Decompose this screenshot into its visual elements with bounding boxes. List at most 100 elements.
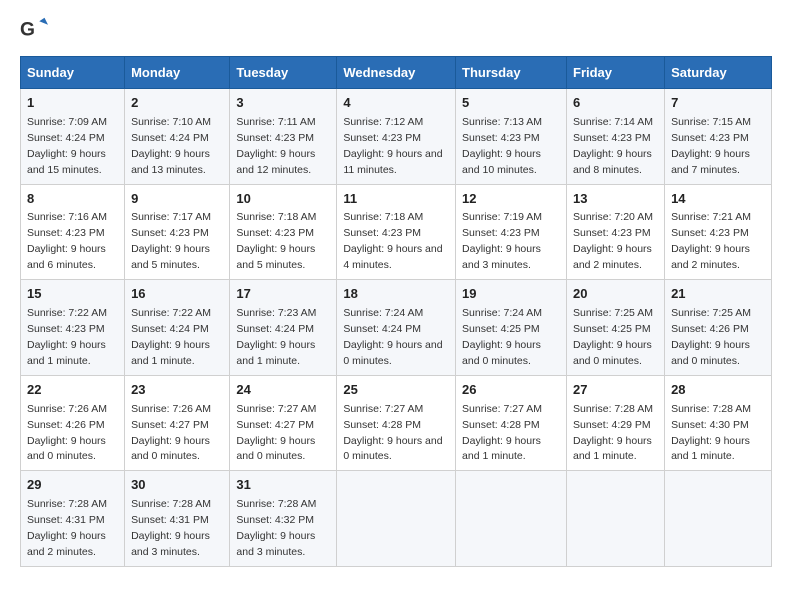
day-number: 19 (462, 285, 560, 304)
sunrise-info: Sunrise: 7:26 AM (131, 403, 211, 415)
daylight-info: Daylight: 9 hours and 1 minute. (573, 435, 652, 463)
calendar-table: SundayMondayTuesdayWednesdayThursdayFrid… (20, 56, 772, 567)
sunset-info: Sunset: 4:23 PM (27, 227, 105, 239)
day-number: 5 (462, 94, 560, 113)
daylight-info: Daylight: 9 hours and 3 minutes. (131, 530, 210, 558)
sunrise-info: Sunrise: 7:19 AM (462, 211, 542, 223)
day-number: 3 (236, 94, 330, 113)
day-number: 6 (573, 94, 658, 113)
daylight-info: Daylight: 9 hours and 0 minutes. (462, 339, 541, 367)
daylight-info: Daylight: 9 hours and 4 minutes. (343, 243, 442, 271)
sunrise-info: Sunrise: 7:28 AM (671, 403, 751, 415)
sunrise-info: Sunrise: 7:26 AM (27, 403, 107, 415)
calendar-cell: 27Sunrise: 7:28 AMSunset: 4:29 PMDayligh… (567, 375, 665, 471)
svg-text:G: G (20, 19, 35, 40)
calendar-cell (456, 471, 567, 567)
calendar-cell: 9Sunrise: 7:17 AMSunset: 4:23 PMDaylight… (125, 184, 230, 280)
daylight-info: Daylight: 9 hours and 3 minutes. (462, 243, 541, 271)
calendar-cell: 23Sunrise: 7:26 AMSunset: 4:27 PMDayligh… (125, 375, 230, 471)
sunrise-info: Sunrise: 7:23 AM (236, 307, 316, 319)
daylight-info: Daylight: 9 hours and 1 minute. (462, 435, 541, 463)
weekday-header-thursday: Thursday (456, 57, 567, 89)
sunset-info: Sunset: 4:24 PM (27, 132, 105, 144)
sunrise-info: Sunrise: 7:27 AM (462, 403, 542, 415)
calendar-cell: 21Sunrise: 7:25 AMSunset: 4:26 PMDayligh… (665, 280, 772, 376)
calendar-cell: 20Sunrise: 7:25 AMSunset: 4:25 PMDayligh… (567, 280, 665, 376)
sunset-info: Sunset: 4:24 PM (131, 323, 209, 335)
calendar-cell: 6Sunrise: 7:14 AMSunset: 4:23 PMDaylight… (567, 89, 665, 185)
sunrise-info: Sunrise: 7:24 AM (462, 307, 542, 319)
daylight-info: Daylight: 9 hours and 1 minute. (27, 339, 106, 367)
weekday-header-wednesday: Wednesday (337, 57, 456, 89)
sunrise-info: Sunrise: 7:18 AM (343, 211, 423, 223)
day-number: 28 (671, 381, 765, 400)
calendar-cell: 30Sunrise: 7:28 AMSunset: 4:31 PMDayligh… (125, 471, 230, 567)
sunset-info: Sunset: 4:28 PM (462, 419, 540, 431)
daylight-info: Daylight: 9 hours and 10 minutes. (462, 148, 541, 176)
logo-icon: G (20, 16, 48, 44)
sunrise-info: Sunrise: 7:22 AM (27, 307, 107, 319)
sunset-info: Sunset: 4:23 PM (573, 227, 651, 239)
calendar-cell: 1Sunrise: 7:09 AMSunset: 4:24 PMDaylight… (21, 89, 125, 185)
daylight-info: Daylight: 9 hours and 2 minutes. (671, 243, 750, 271)
daylight-info: Daylight: 9 hours and 8 minutes. (573, 148, 652, 176)
day-number: 22 (27, 381, 118, 400)
sunset-info: Sunset: 4:27 PM (131, 419, 209, 431)
day-number: 16 (131, 285, 223, 304)
sunrise-info: Sunrise: 7:14 AM (573, 116, 653, 128)
calendar-cell: 28Sunrise: 7:28 AMSunset: 4:30 PMDayligh… (665, 375, 772, 471)
sunset-info: Sunset: 4:23 PM (671, 132, 749, 144)
sunset-info: Sunset: 4:23 PM (343, 227, 421, 239)
daylight-info: Daylight: 9 hours and 5 minutes. (131, 243, 210, 271)
sunrise-info: Sunrise: 7:16 AM (27, 211, 107, 223)
sunset-info: Sunset: 4:24 PM (131, 132, 209, 144)
day-number: 20 (573, 285, 658, 304)
day-number: 2 (131, 94, 223, 113)
weekday-header-friday: Friday (567, 57, 665, 89)
calendar-cell: 2Sunrise: 7:10 AMSunset: 4:24 PMDaylight… (125, 89, 230, 185)
weekday-header-saturday: Saturday (665, 57, 772, 89)
calendar-cell: 5Sunrise: 7:13 AMSunset: 4:23 PMDaylight… (456, 89, 567, 185)
calendar-cell: 22Sunrise: 7:26 AMSunset: 4:26 PMDayligh… (21, 375, 125, 471)
sunrise-info: Sunrise: 7:25 AM (573, 307, 653, 319)
sunrise-info: Sunrise: 7:28 AM (236, 498, 316, 510)
calendar-cell (337, 471, 456, 567)
calendar-week-row: 29 Sunrise: 7:28 AM Sunset: 4:31 PM Dayligh… (21, 471, 772, 567)
sunset-info: Sunset: 4:24 PM (343, 323, 421, 335)
day-number: 21 (671, 285, 765, 304)
sunset-info: Sunset: 4:25 PM (573, 323, 651, 335)
daylight-info: Daylight: 9 hours and 0 minutes. (671, 339, 750, 367)
day-number: 9 (131, 190, 223, 209)
calendar-week-row: 1Sunrise: 7:09 AMSunset: 4:24 PMDaylight… (21, 89, 772, 185)
calendar-cell: 16Sunrise: 7:22 AMSunset: 4:24 PMDayligh… (125, 280, 230, 376)
sunrise-info: Sunrise: 7:12 AM (343, 116, 423, 128)
day-number: 30 (131, 476, 223, 495)
day-number: 8 (27, 190, 118, 209)
day-number: 10 (236, 190, 330, 209)
daylight-info: Daylight: 9 hours and 12 minutes. (236, 148, 315, 176)
sunset-info: Sunset: 4:32 PM (236, 514, 314, 526)
sunrise-info: Sunrise: 7:09 AM (27, 116, 107, 128)
day-number: 26 (462, 381, 560, 400)
sunset-info: Sunset: 4:31 PM (27, 514, 105, 526)
day-number: 29 (27, 476, 118, 495)
sunrise-info: Sunrise: 7:18 AM (236, 211, 316, 223)
sunset-info: Sunset: 4:27 PM (236, 419, 314, 431)
sunset-info: Sunset: 4:29 PM (573, 419, 651, 431)
sunrise-info: Sunrise: 7:28 AM (27, 498, 107, 510)
sunrise-info: Sunrise: 7:24 AM (343, 307, 423, 319)
sunset-info: Sunset: 4:26 PM (27, 419, 105, 431)
sunrise-info: Sunrise: 7:25 AM (671, 307, 751, 319)
daylight-info: Daylight: 9 hours and 0 minutes. (131, 435, 210, 463)
daylight-info: Daylight: 9 hours and 0 minutes. (343, 339, 442, 367)
day-number: 4 (343, 94, 449, 113)
calendar-cell: 12Sunrise: 7:19 AMSunset: 4:23 PMDayligh… (456, 184, 567, 280)
daylight-info: Daylight: 9 hours and 5 minutes. (236, 243, 315, 271)
calendar-cell: 25Sunrise: 7:27 AMSunset: 4:28 PMDayligh… (337, 375, 456, 471)
daylight-info: Daylight: 9 hours and 1 minute. (671, 435, 750, 463)
calendar-cell (665, 471, 772, 567)
day-number: 27 (573, 381, 658, 400)
calendar-cell (567, 471, 665, 567)
logo: G (20, 16, 52, 44)
calendar-cell: 3Sunrise: 7:11 AMSunset: 4:23 PMDaylight… (230, 89, 337, 185)
